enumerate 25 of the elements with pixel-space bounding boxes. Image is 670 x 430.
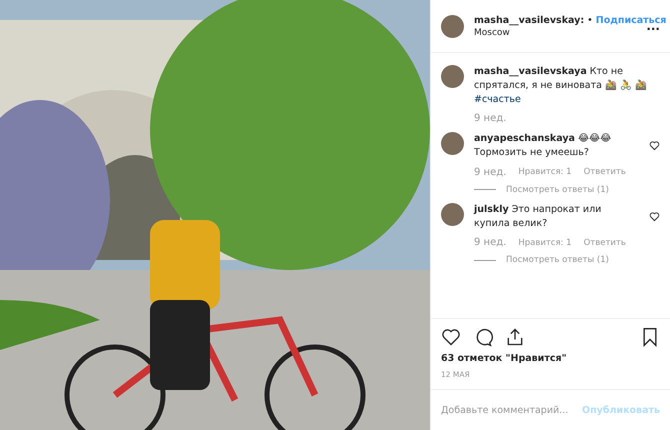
like-icon[interactable]: [649, 140, 660, 152]
avatar[interactable]: [441, 202, 464, 226]
like-icon[interactable]: [649, 210, 660, 222]
reply-button[interactable]: Ответить: [584, 167, 626, 178]
location-link[interactable]: Moscow: [474, 28, 636, 38]
heart-icon[interactable]: [441, 327, 461, 347]
username-link[interactable]: masha__vasilevskay:: [474, 14, 584, 26]
view-replies-button[interactable]: Посмотреть ответы (1): [506, 184, 609, 195]
reply-button[interactable]: Ответить: [584, 238, 626, 248]
follow-link[interactable]: Подписаться: [596, 14, 666, 26]
avatar[interactable]: [441, 14, 464, 38]
likes-count[interactable]: Нравится: 1: [518, 238, 572, 248]
post-time: 9 нед.: [474, 113, 506, 124]
separator-dot: •: [587, 14, 593, 26]
likes-count[interactable]: Нравится: 1: [518, 167, 572, 178]
view-replies-button[interactable]: Посмотреть ответы (1): [506, 255, 609, 266]
comment-time: 9 нед.: [474, 237, 506, 248]
likes-total[interactable]: 63 отметок "Нравится": [441, 353, 660, 364]
avatar[interactable]: [441, 132, 464, 156]
share-icon[interactable]: [505, 327, 525, 347]
comment-text: anyapeschanskaya 😂😂😂 Тормозить не умеешь?: [474, 132, 612, 160]
comment-text: julskly Это напрокат или купила велик?: [474, 202, 602, 230]
caption-text: masha__vasilevskaya Кто не спрятался, я не виновата 🚵 🚴 🚵 #счастье: [474, 65, 648, 106]
avatar[interactable]: [441, 65, 464, 88]
comment-time: 9 нед.: [474, 166, 506, 178]
